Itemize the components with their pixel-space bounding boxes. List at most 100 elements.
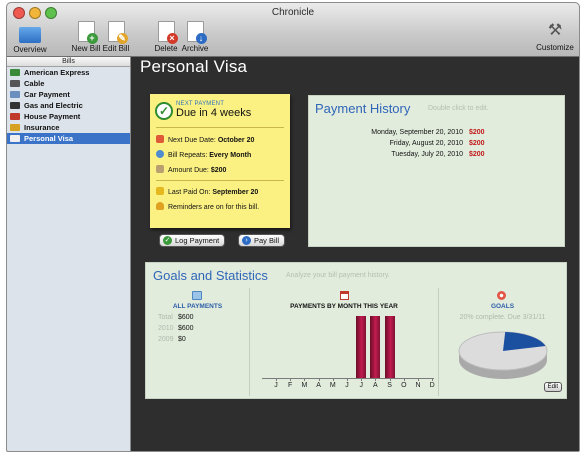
month-label: M <box>329 382 336 389</box>
next-due-row: Next Due Date: October 20 <box>156 135 254 144</box>
house-icon <box>10 113 20 120</box>
customize-button[interactable]: ⚒ Customize <box>535 21 575 52</box>
edit-bill-button[interactable]: ✎ Edit Bill <box>101 21 131 53</box>
card-icon <box>10 135 20 142</box>
axis-tick <box>332 378 334 381</box>
window-title: Chronicle <box>271 7 315 18</box>
main-panel: Personal Visa ✓ NEXT PAYMENT Due in 4 we… <box>132 57 579 451</box>
sidebar-item[interactable]: Personal Visa <box>7 133 130 144</box>
calendar-icon <box>156 135 164 143</box>
reminders-text: Reminders are on for this bill. <box>168 204 260 211</box>
payment-amount: $200 <box>469 140 485 147</box>
repeats-row: Bill Repeats: Every Month <box>156 150 251 159</box>
stats-icon <box>192 291 202 300</box>
log-payment-label: Log Payment <box>175 236 220 245</box>
tools-icon: ⚒ <box>547 22 563 39</box>
axis-tick <box>347 378 348 381</box>
stat-row: 2009 $0 <box>158 336 186 343</box>
sidebar-item[interactable]: Car Payment <box>7 89 130 100</box>
goals-statistics-subtitle: Analyze your bill payment history. <box>286 272 390 279</box>
delete-button[interactable]: × Delete <box>153 21 179 53</box>
chart-bar <box>370 316 381 378</box>
edit-goal-button[interactable]: Edit <box>543 382 562 392</box>
sidebar-item[interactable]: Insurance <box>7 122 130 133</box>
star-icon <box>156 187 164 195</box>
edit-goal-label: Edit <box>547 384 558 390</box>
payment-row[interactable]: Monday, September 20, 2010 $200 <box>343 129 485 136</box>
overview-button[interactable]: Overview <box>11 21 49 54</box>
page-title: Personal Visa <box>140 57 248 76</box>
folder-icon <box>19 27 41 43</box>
axis-tick <box>361 378 363 381</box>
axis-tick <box>389 378 391 381</box>
chart-bar <box>384 316 395 378</box>
repeats-value: Every Month <box>209 152 252 159</box>
new-bill-icon: + <box>77 21 98 44</box>
edit-bill-label: Edit Bill <box>102 44 130 53</box>
payment-row[interactable]: Friday, August 20, 2010 $200 <box>343 140 485 147</box>
payment-date: Friday, August 20, 2010 <box>389 140 463 147</box>
car-icon <box>10 91 20 98</box>
axis-tick <box>318 378 320 381</box>
pay-bill-button[interactable]: › Pay Bill <box>238 234 286 247</box>
sidebar-item[interactable]: Cable <box>7 78 130 89</box>
sidebar-item-label: Car Payment <box>24 90 70 99</box>
month-label: F <box>288 382 293 389</box>
pay-bill-label: Pay Bill <box>254 236 280 245</box>
payment-date: Monday, September 20, 2010 <box>371 129 463 136</box>
bell-icon <box>156 202 164 210</box>
archive-button[interactable]: ↓ Archive <box>181 21 209 53</box>
sidebar-item-label: American Express <box>24 68 90 77</box>
customize-label: Customize <box>536 43 574 52</box>
repeats-label: Bill Repeats: <box>168 152 208 159</box>
overview-label: Overview <box>13 45 47 54</box>
goal-pie-chart <box>458 331 548 379</box>
divider <box>156 127 284 128</box>
axis-tick <box>432 378 434 381</box>
due-text: Due in 4 weeks <box>176 107 252 119</box>
new-bill-button[interactable]: + New Bill <box>69 21 103 53</box>
delete-label: Delete <box>154 44 178 53</box>
next-payment-note: ✓ NEXT PAYMENT Due in 4 weeks Next Due D… <box>150 94 290 228</box>
payment-history-panel[interactable]: Payment History Double click to edit. Mo… <box>308 95 565 247</box>
next-due-value: October 20 <box>217 137 255 144</box>
month-label: O <box>401 382 407 389</box>
payment-history-hint: Double click to edit. <box>428 105 489 112</box>
goals-section: GOALS 20% complete. Due 3/31/11 Edit <box>439 288 566 396</box>
payments-by-month-heading: PAYMENTS BY MONTH THIS YEAR <box>290 303 398 310</box>
payment-row[interactable]: Tuesday, July 20, 2010 $200 <box>343 151 484 158</box>
axis-tick <box>418 378 419 381</box>
calendar-icon <box>340 291 349 300</box>
chart-baseline <box>262 378 434 379</box>
sidebar-item[interactable]: House Payment <box>7 111 130 122</box>
payment-amount: $200 <box>469 129 485 136</box>
sidebar: Bills American Express Cable Car Payment Ga… <box>7 57 131 451</box>
axis-tick <box>403 378 405 381</box>
next-due-label: Next Due Date: <box>168 137 216 144</box>
goals-statistics-title: Goals and Statistics <box>153 268 268 283</box>
sidebar-item-label: Gas and Electric <box>24 101 83 110</box>
last-paid-label: Last Paid On: <box>168 189 211 196</box>
tv-icon <box>10 80 20 87</box>
stat-value: $600 <box>178 314 194 321</box>
month-label: J <box>345 382 349 389</box>
goal-status-text: 20% complete. Due 3/31/11 <box>459 314 546 321</box>
stat-row: Total $600 <box>158 314 194 321</box>
amount-row: Amount Due: $200 <box>156 165 226 174</box>
goal-icon <box>497 291 506 300</box>
axis-tick <box>304 378 306 381</box>
all-payments-section: ALL PAYMENTS Total $600 2010 $600 2009 $0 <box>146 288 249 396</box>
app-window: Chronicle Overview + New Bill ✎ Edit Bil… <box>6 2 580 452</box>
sidebar-item-label: Insurance <box>24 123 60 132</box>
sidebar-item[interactable]: American Express <box>7 67 130 78</box>
axis-tick <box>276 378 277 381</box>
log-payment-button[interactable]: ✓ Log Payment <box>159 234 226 247</box>
month-label: J <box>359 382 363 389</box>
payment-history-title: Payment History <box>315 101 411 116</box>
sidebar-item[interactable]: Gas and Electric <box>7 100 130 111</box>
sidebar-item-label: Personal Visa <box>24 134 74 143</box>
payments-by-month-section: PAYMENTS BY MONTH THIS YEAR J F M A M J J A S O N D <box>249 288 439 396</box>
amount-value: $200 <box>210 167 227 174</box>
month-label: J <box>274 382 278 389</box>
money-icon <box>156 165 164 173</box>
